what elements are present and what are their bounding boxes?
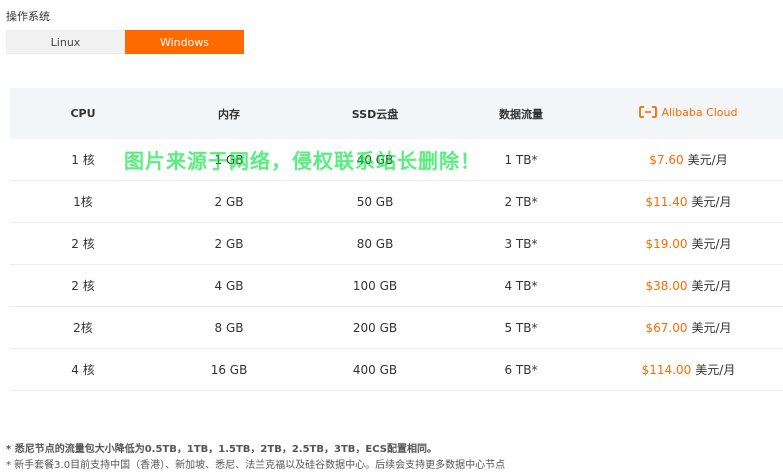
os-toggle: Linux Windows	[6, 30, 244, 54]
cell-traffic: 5 TB*	[504, 320, 538, 335]
price-unit: 美元/月	[695, 363, 736, 377]
price-amount: $38.00	[645, 279, 688, 293]
price-unit: 美元/月	[691, 237, 732, 251]
header-traffic: 数据流量	[499, 107, 543, 121]
cell-price: $19.00 美元/月	[594, 235, 783, 252]
cell-price: $7.60 美元/月	[594, 151, 783, 168]
cell-memory: 2 GB	[214, 194, 244, 209]
cell-ssd: 100 GB	[352, 278, 398, 293]
pricing-table: CPU 内存 SSD云盘 数据流量 Alibaba Cloud 1 核 1 GB…	[10, 88, 783, 391]
cell-cpu: 2核	[73, 321, 93, 335]
price-amount: $7.60	[649, 153, 684, 167]
header-brand: Alibaba Cloud	[594, 106, 783, 122]
cell-memory: 1 GB	[214, 152, 244, 167]
cell-price: $11.40 美元/月	[594, 193, 783, 210]
cell-cpu: 4 核	[71, 363, 95, 377]
price-unit: 美元/月	[687, 153, 728, 167]
cell-cpu: 2 核	[71, 279, 95, 293]
cell-traffic: 6 TB*	[504, 362, 538, 377]
alibaba-cloud-icon	[639, 106, 658, 119]
cell-memory: 2 GB	[214, 236, 244, 251]
table-row: 4 核 16 GB 400 GB 6 TB* $114.00 美元/月	[10, 349, 783, 391]
cell-traffic: 2 TB*	[504, 194, 538, 209]
price-amount: $67.00	[645, 321, 688, 335]
cell-ssd: 400 GB	[352, 362, 398, 377]
table-row: 2 核 2 GB 80 GB 3 TB* $19.00 美元/月	[10, 223, 783, 265]
os-section-label: 操作系统	[6, 10, 50, 23]
price-amount: $114.00	[641, 363, 692, 377]
header-memory: 内存	[218, 107, 240, 121]
price-unit: 美元/月	[691, 279, 732, 293]
cell-memory: 4 GB	[214, 278, 244, 293]
cell-ssd: 80 GB	[356, 236, 394, 251]
cell-traffic: 4 TB*	[504, 278, 538, 293]
cell-memory: 16 GB	[210, 362, 248, 377]
cell-memory: 8 GB	[214, 320, 244, 335]
header-cpu: CPU	[70, 107, 96, 120]
cell-price: $38.00 美元/月	[594, 277, 783, 294]
cell-ssd: 50 GB	[356, 194, 394, 209]
cell-cpu: 2 核	[71, 237, 95, 251]
cell-price: $114.00 美元/月	[594, 361, 783, 378]
table-row: 1核 2 GB 50 GB 2 TB* $11.40 美元/月	[10, 181, 783, 223]
os-option-windows[interactable]: Windows	[125, 30, 244, 54]
cell-traffic: 1 TB*	[504, 152, 538, 167]
cell-ssd: 200 GB	[352, 320, 398, 335]
table-header: CPU 内存 SSD云盘 数据流量 Alibaba Cloud	[10, 88, 783, 139]
table-row: 2 核 4 GB 100 GB 4 TB* $38.00 美元/月	[10, 265, 783, 307]
table-row: 1 核 1 GB 40 GB 1 TB* $7.60 美元/月	[10, 139, 783, 181]
cell-price: $67.00 美元/月	[594, 319, 783, 336]
cell-cpu: 1 核	[71, 153, 95, 167]
footnote-regions: * 新手套餐3.0目前支持中国（香港）、新加坡、悉尼、法兰克福以及硅谷数据中心。…	[6, 460, 506, 471]
cell-cpu: 1核	[73, 195, 93, 209]
cell-traffic: 3 TB*	[504, 236, 538, 251]
brand-name: Alibaba Cloud	[661, 105, 738, 119]
price-amount: $11.40	[645, 195, 688, 209]
alibaba-cloud-logo: Alibaba Cloud	[639, 105, 738, 119]
footnote-sydney: * 悉尼节点的流量包大小降低为0.5TB，1TB，1.5TB，2TB，2.5TB…	[6, 444, 437, 455]
table-row: 2核 8 GB 200 GB 5 TB* $67.00 美元/月	[10, 307, 783, 349]
cell-ssd: 40 GB	[356, 152, 394, 167]
price-amount: $19.00	[645, 237, 688, 251]
price-unit: 美元/月	[691, 321, 732, 335]
price-unit: 美元/月	[691, 195, 732, 209]
os-option-linux[interactable]: Linux	[6, 30, 125, 54]
header-ssd: SSD云盘	[351, 107, 399, 121]
